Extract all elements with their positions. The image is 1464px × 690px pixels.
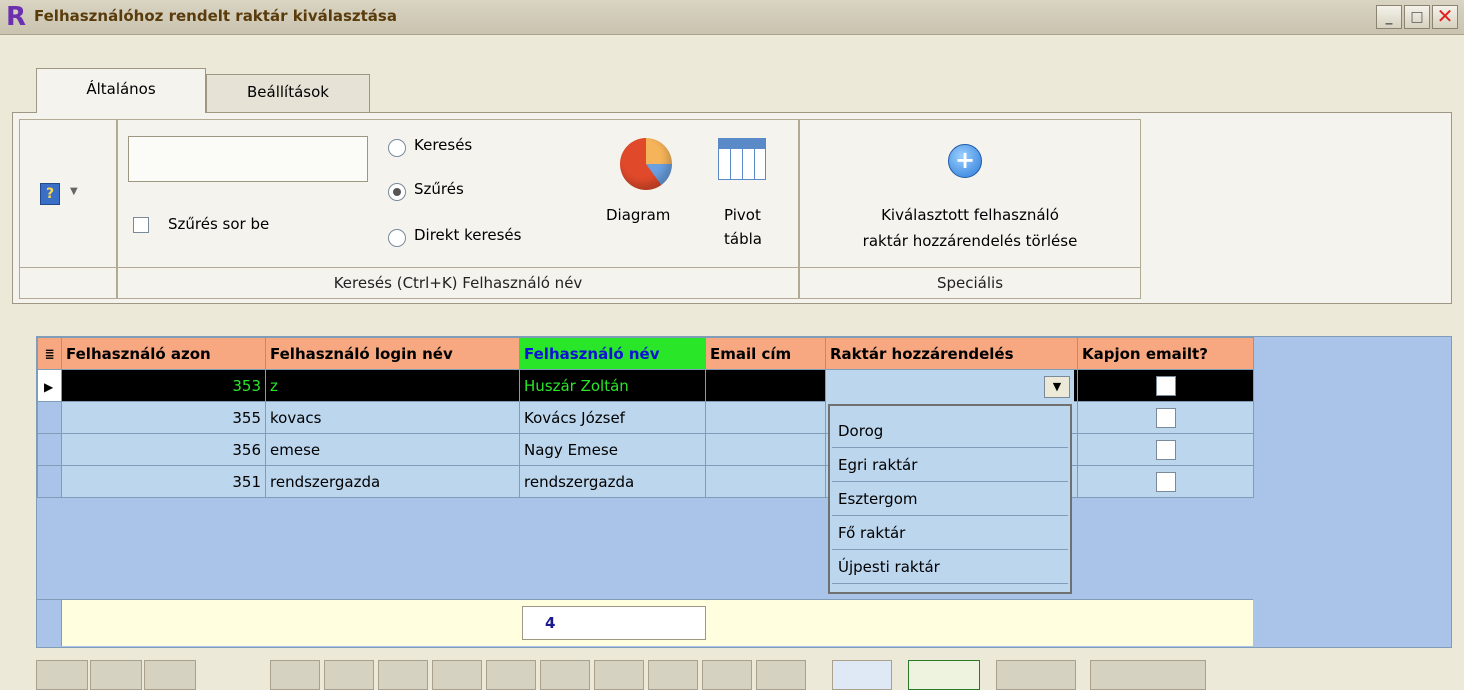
col-header-warehouse[interactable]: Raktár hozzárendelés <box>825 337 1078 370</box>
nav-button[interactable] <box>432 660 482 690</box>
nav-first-button[interactable] <box>36 660 88 690</box>
tab-altalanos[interactable]: Általános <box>36 68 206 113</box>
nav-prev-button[interactable] <box>144 660 196 690</box>
nav-button[interactable] <box>594 660 644 690</box>
radio-search-label: Keresés <box>414 136 473 154</box>
window-title: Felhasználóhoz rendelt raktár kiválasztá… <box>34 7 397 25</box>
cell-name[interactable]: Kovács József <box>519 401 706 434</box>
dropdown-option[interactable]: Dorog <box>832 414 1068 448</box>
nav-button[interactable] <box>540 660 590 690</box>
cell-user-id[interactable]: 351 <box>61 465 266 498</box>
chevron-down-icon: ▼ <box>70 186 78 197</box>
cell-login[interactable]: z <box>265 369 520 402</box>
row-selector[interactable] <box>37 433 62 466</box>
maximize-button[interactable]: □ <box>1404 5 1430 29</box>
send-email-checkbox[interactable] <box>1155 471 1176 492</box>
tab-beallitasok[interactable]: Beállítások <box>206 74 370 112</box>
nav-prev-page-button[interactable] <box>90 660 142 690</box>
nav-button[interactable] <box>486 660 536 690</box>
help-book-icon: ? <box>40 183 60 205</box>
cell-email[interactable] <box>705 433 826 466</box>
pivot-label-2: tábla <box>724 230 762 248</box>
send-email-checkbox[interactable] <box>1155 439 1176 460</box>
warehouse-select[interactable]: ▼ <box>826 370 1074 404</box>
col-header-email[interactable]: Email cím <box>705 337 826 370</box>
filter-row-checkbox[interactable] <box>133 217 149 233</box>
column-chooser-icon[interactable]: ≣ <box>37 337 62 370</box>
cell-name[interactable]: Huszár Zoltán <box>519 369 706 402</box>
help-group-label <box>20 267 116 298</box>
row-selector[interactable] <box>37 465 62 498</box>
grid-footer: 4 <box>37 599 1253 646</box>
filter-row-label: Szűrés sor be <box>168 215 270 233</box>
send-email-checkbox[interactable] <box>1155 407 1176 428</box>
nav-button[interactable] <box>702 660 752 690</box>
diagram-label: Diagram <box>606 206 671 224</box>
col-header-send-email[interactable]: Kapjon emailt? <box>1077 337 1254 370</box>
pie-chart-icon <box>620 138 672 190</box>
cell-login[interactable]: kovacs <box>265 401 520 434</box>
data-grid: ≣ Felhasználó azon Felhasználó login név… <box>36 336 1452 648</box>
dropdown-option[interactable]: Egri raktár <box>832 448 1068 482</box>
print-button[interactable] <box>996 660 1076 690</box>
dropdown-option[interactable]: Újpesti raktár <box>832 550 1068 584</box>
row-selector[interactable] <box>37 401 62 434</box>
radio-filter-label: Szűrés <box>414 180 464 198</box>
close-button[interactable]: ✕ <box>1432 5 1458 29</box>
radio-search[interactable] <box>388 139 406 157</box>
warehouse-dropdown-list: Dorog Egri raktár Esztergom Fő raktár Új… <box>828 404 1072 594</box>
ribbon-group-help: ? ▼ <box>19 119 117 299</box>
radio-direct-search[interactable] <box>388 229 406 247</box>
nav-button[interactable] <box>648 660 698 690</box>
minimize-button[interactable]: _ <box>1376 5 1402 29</box>
grid-view-button[interactable] <box>832 660 892 690</box>
radio-direct-search-label: Direkt keresés <box>414 226 522 244</box>
radio-filter[interactable] <box>388 183 406 201</box>
cell-email[interactable] <box>705 465 826 498</box>
cell-email[interactable] <box>705 369 826 402</box>
footer-row-selector <box>37 600 62 646</box>
cell-name[interactable]: Nagy Emese <box>519 433 706 466</box>
ribbon-group-special: + Kiválasztott felhasználó raktár hozzár… <box>799 119 1141 299</box>
chevron-down-icon[interactable]: ▼ <box>1044 376 1070 398</box>
diagram-button[interactable]: Diagram <box>600 130 696 240</box>
cell-send-email[interactable] <box>1077 369 1254 402</box>
special-group-label: Speciális <box>800 267 1140 298</box>
send-email-checkbox[interactable] <box>1155 375 1176 396</box>
cell-name[interactable]: rendszergazda <box>519 465 706 498</box>
help-dropdown[interactable]: ? ▼ <box>40 180 90 208</box>
cell-send-email[interactable] <box>1077 433 1254 466</box>
pivot-label-1: Pivot <box>724 206 761 224</box>
favorite-star-button[interactable] <box>1090 660 1206 690</box>
nav-button[interactable] <box>324 660 374 690</box>
cell-send-email[interactable] <box>1077 401 1254 434</box>
row-count: 4 <box>522 606 706 640</box>
cell-user-id[interactable]: 356 <box>61 433 266 466</box>
nav-button[interactable] <box>756 660 806 690</box>
search-input[interactable] <box>128 136 368 182</box>
cell-login[interactable]: rendszergazda <box>265 465 520 498</box>
delete-assignment-button[interactable] <box>810 132 1130 262</box>
title-bar: R Felhasználóhoz rendelt raktár kiválasz… <box>0 0 1464 35</box>
dropdown-option[interactable]: Fő raktár <box>832 516 1068 550</box>
cell-user-id[interactable]: 355 <box>61 401 266 434</box>
col-header-user-id[interactable]: Felhasználó azon <box>61 337 266 370</box>
cell-email[interactable] <box>705 401 826 434</box>
nav-button[interactable] <box>378 660 428 690</box>
search-group-label: Keresés (Ctrl+K) Felhasználó név <box>118 267 798 298</box>
col-header-name[interactable]: Felhasználó név <box>519 337 706 370</box>
excel-export-button[interactable] <box>908 660 980 690</box>
cell-send-email[interactable] <box>1077 465 1254 498</box>
nav-button[interactable] <box>270 660 320 690</box>
dropdown-option[interactable]: Esztergom <box>832 482 1068 516</box>
col-header-login[interactable]: Felhasználó login név <box>265 337 520 370</box>
current-row-indicator-icon: ▶ <box>37 369 62 402</box>
cell-user-id[interactable]: 353 <box>61 369 266 402</box>
cell-login[interactable]: emese <box>265 433 520 466</box>
app-logo-icon: R <box>6 2 27 32</box>
pivot-grid-icon <box>718 138 766 180</box>
pivot-table-button[interactable]: Pivot tábla <box>704 130 784 260</box>
